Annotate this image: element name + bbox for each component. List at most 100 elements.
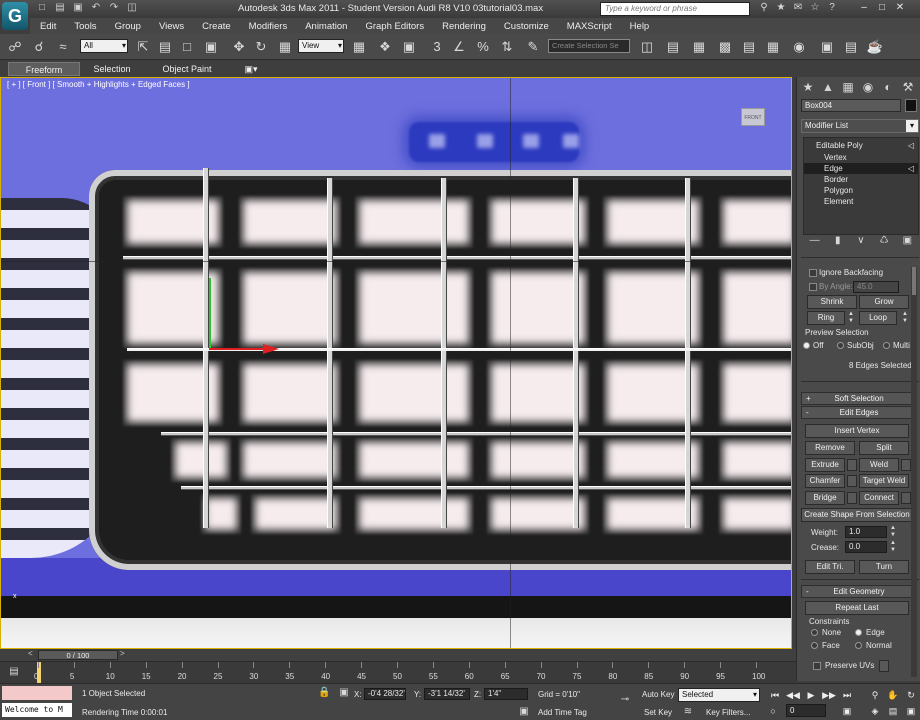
chamfer-settings-icon[interactable] xyxy=(847,475,857,487)
field-of-view-icon[interactable]: ◈ xyxy=(868,704,882,718)
loop-button[interactable]: Loop xyxy=(859,311,897,325)
utilities-tab-icon[interactable]: ⚒ xyxy=(901,79,915,95)
help-icon[interactable]: ? xyxy=(826,2,838,14)
constraint-none-radio[interactable] xyxy=(811,629,818,636)
stack-item-border[interactable]: Border xyxy=(804,174,918,185)
tab-freeform[interactable]: Freeform xyxy=(8,62,80,76)
walk-through-icon[interactable]: ▤ xyxy=(886,704,900,718)
menu-customize[interactable]: Customize xyxy=(495,21,558,32)
menu-views[interactable]: Views xyxy=(150,21,193,32)
menu-graph-editors[interactable]: Graph Editors xyxy=(356,21,433,32)
move-gizmo-x-arrow[interactable] xyxy=(263,344,279,354)
select-and-rotate-icon[interactable]: ↻ xyxy=(252,38,270,56)
pivot-center-icon[interactable]: ▦ xyxy=(350,38,368,56)
select-and-move-icon[interactable]: ✥ xyxy=(230,38,248,56)
tab-object-paint[interactable]: Object Paint xyxy=(154,62,220,76)
key-filters-button[interactable]: Key Filters... xyxy=(706,708,750,717)
named-selection-sets-input[interactable]: Create Selection Se xyxy=(548,39,630,53)
x-coordinate-field[interactable]: -0'4 28/32' xyxy=(364,688,406,700)
weld-settings-icon[interactable] xyxy=(901,459,911,471)
menu-animation[interactable]: Animation xyxy=(296,21,356,32)
configure-sets-icon[interactable]: ▣ xyxy=(901,235,913,247)
target-weld-button[interactable]: Target Weld xyxy=(859,474,909,488)
add-time-tag-button[interactable]: Add Time Tag xyxy=(538,708,587,717)
application-button[interactable]: G xyxy=(2,2,28,30)
material-editor-icon[interactable]: ◉ xyxy=(790,38,808,56)
z-coordinate-field[interactable]: 1'4" xyxy=(484,688,528,700)
menu-group[interactable]: Group xyxy=(106,21,150,32)
align-icon[interactable]: ▤ xyxy=(664,38,682,56)
stack-item-element[interactable]: Element xyxy=(804,196,918,207)
layer-manager-icon[interactable]: ▦ xyxy=(690,38,708,56)
stack-item-editable-poly[interactable]: Editable Poly ◁ xyxy=(804,140,918,151)
chevron-down-icon[interactable]: ▾ xyxy=(906,120,918,132)
search-input[interactable]: Type a keyword or phrase xyxy=(600,2,750,16)
by-angle-field[interactable]: 45.0 xyxy=(853,281,899,293)
zoom-extents-icon[interactable]: ⚲ xyxy=(868,688,882,702)
command-panel-scrollbar[interactable] xyxy=(911,267,917,677)
object-name-field[interactable]: Box004 xyxy=(801,99,901,112)
previous-frame-icon[interactable]: < xyxy=(28,649,33,658)
track-bar-icon[interactable]: ▤ xyxy=(8,666,20,678)
turn-button[interactable]: Turn xyxy=(859,560,909,574)
current-frame-field[interactable]: 0 xyxy=(786,704,826,717)
make-unique-icon[interactable]: ∨ xyxy=(855,235,867,247)
play-icon[interactable]: ▶ xyxy=(804,688,818,702)
time-slider[interactable]: 0 / 100 xyxy=(38,650,118,660)
constraint-edge-radio[interactable] xyxy=(855,629,862,636)
ignore-backfacing-checkbox[interactable] xyxy=(809,269,817,277)
percent-snap-icon[interactable]: % xyxy=(474,38,492,56)
close-icon[interactable]: ✕ xyxy=(894,1,906,15)
preserve-uvs-settings-icon[interactable] xyxy=(879,660,889,672)
project-folder-icon[interactable]: ◫ xyxy=(126,2,138,14)
go-to-end-icon[interactable]: ⏭ xyxy=(840,688,854,702)
reference-coordinate-dropdown[interactable]: View xyxy=(298,39,344,53)
auto-key-button[interactable]: Auto Key xyxy=(642,690,674,699)
viewcube[interactable]: FRONT xyxy=(741,108,765,126)
track-bar[interactable]: ▤ 0 5 10 15 20 25 30 35 40 45 50 55 60 65 70 75 80 85 90 95… xyxy=(0,661,796,684)
menu-create[interactable]: Create xyxy=(193,21,240,32)
snaps-toggle-icon[interactable]: 3 xyxy=(428,38,446,56)
connect-settings-icon[interactable] xyxy=(901,492,911,504)
bind-space-warp-icon[interactable]: ≈ xyxy=(54,38,72,56)
time-tag-icon[interactable]: ▣ xyxy=(518,706,530,718)
key-mode-toggle-icon[interactable]: ○ xyxy=(766,704,780,718)
preview-multi-radio[interactable] xyxy=(883,342,890,349)
menu-modifiers[interactable]: Modifiers xyxy=(240,21,297,32)
hierarchy-tab-icon[interactable]: ▦ xyxy=(841,79,855,95)
new-file-icon[interactable]: □ xyxy=(36,2,48,14)
orbit-icon[interactable]: ↻ xyxy=(904,688,918,702)
menu-maxscript[interactable]: MAXScript xyxy=(558,21,621,32)
key-filter-dropdown[interactable]: Selected xyxy=(678,688,760,702)
edit-edges-rollout[interactable]: - Edit Edges xyxy=(801,406,917,419)
pin-stack-icon[interactable]: — xyxy=(809,235,821,247)
maxscript-listener-output[interactable]: Welcome to M xyxy=(2,703,72,717)
minimize-icon[interactable]: – xyxy=(858,1,870,15)
edit-named-selection-icon[interactable]: ✎ xyxy=(524,38,542,56)
weight-spinner-icon[interactable]: ▲ ▼ xyxy=(889,525,897,539)
previous-key-icon[interactable]: ◀◀ xyxy=(786,688,800,702)
search-icon[interactable]: ⚲ xyxy=(758,2,770,14)
split-button[interactable]: Split xyxy=(859,441,909,455)
motion-tab-icon[interactable]: ◉ xyxy=(861,79,875,95)
graphite-modeling-icon[interactable]: ▩ xyxy=(716,38,734,56)
selection-lock-icon[interactable]: 🔒 xyxy=(318,687,330,699)
stack-item-edge[interactable]: Edge ◁ xyxy=(804,163,918,174)
maxscript-listener-input[interactable] xyxy=(2,686,72,700)
select-by-name-icon[interactable]: ▤ xyxy=(156,38,174,56)
select-and-scale-icon[interactable]: ▦ xyxy=(276,38,294,56)
shrink-button[interactable]: Shrink xyxy=(807,295,857,309)
viewport-label[interactable]: [ + ] [ Front ] [ Smooth + Highlights + … xyxy=(7,80,190,89)
maximize-icon[interactable]: □ xyxy=(876,1,888,15)
mirror-icon[interactable]: ◫ xyxy=(638,38,656,56)
favorites-icon[interactable]: ☆ xyxy=(809,2,821,14)
selection-filter-dropdown[interactable]: All xyxy=(80,39,128,53)
preview-off-radio[interactable] xyxy=(803,342,810,349)
next-frame-icon[interactable]: > xyxy=(120,649,125,658)
loop-spinner-icon[interactable]: ▲ ▼ xyxy=(901,311,909,325)
move-gizmo-y-axis[interactable] xyxy=(209,278,211,350)
chamfer-button[interactable]: Chamfer xyxy=(805,474,845,488)
pan-icon[interactable]: ✋ xyxy=(886,688,900,702)
soft-selection-rollout[interactable]: + Soft Selection xyxy=(801,392,917,405)
communication-icon[interactable]: ✉ xyxy=(792,2,804,14)
